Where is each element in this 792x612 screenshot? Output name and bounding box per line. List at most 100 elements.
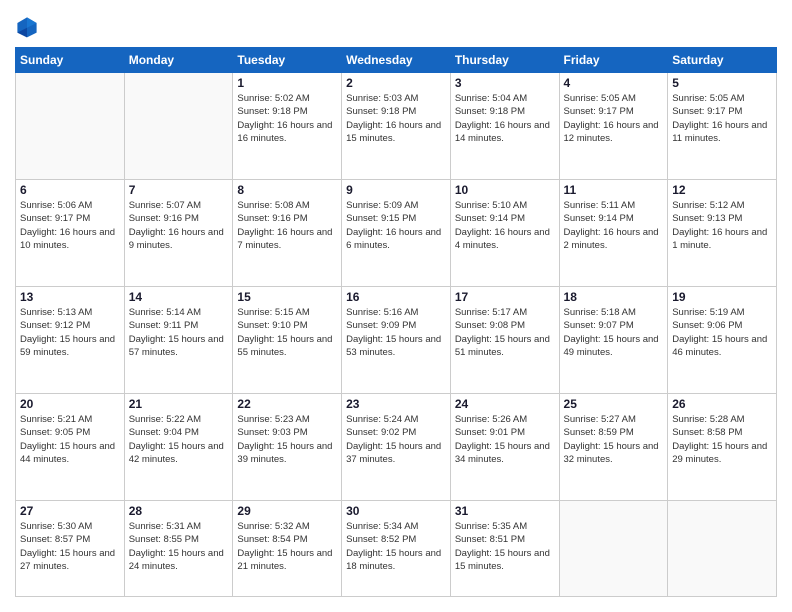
calendar-cell: 27 Sunrise: 5:30 AM Sunset: 8:57 PM Dayli… — [16, 501, 125, 597]
day-info: Sunrise: 5:16 AM Sunset: 9:09 PM Dayligh… — [346, 306, 446, 359]
day-info: Sunrise: 5:18 AM Sunset: 9:07 PM Dayligh… — [564, 306, 664, 359]
calendar-cell: 26 Sunrise: 5:28 AM Sunset: 8:58 PM Dayli… — [668, 394, 777, 501]
day-info: Sunrise: 5:28 AM Sunset: 8:58 PM Dayligh… — [672, 413, 772, 466]
page: SundayMondayTuesdayWednesdayThursdayFrid… — [0, 0, 792, 612]
weekday-header-tuesday: Tuesday — [233, 48, 342, 73]
calendar-cell: 29 Sunrise: 5:32 AM Sunset: 8:54 PM Dayli… — [233, 501, 342, 597]
day-number: 29 — [237, 504, 337, 518]
calendar-cell: 14Sunrise: 5:14 AM Sunset: 9:11 PM Dayli… — [124, 287, 233, 394]
week-row-2: 6 Sunrise: 5:06 AM Sunset: 9:17 PM Daylig… — [16, 180, 777, 287]
weekday-header-saturday: Saturday — [668, 48, 777, 73]
day-info: Sunrise: 5:15 AM Sunset: 9:10 PM Dayligh… — [237, 306, 337, 359]
calendar-cell: 23 Sunrise: 5:24 AM Sunset: 9:02 PM Dayli… — [342, 394, 451, 501]
calendar-cell: 9 Sunrise: 5:09 AM Sunset: 9:15 PM Daylig… — [342, 180, 451, 287]
day-info: Sunrise: 5:17 AM Sunset: 9:08 PM Dayligh… — [455, 306, 555, 359]
day-info: Sunrise: 5:19 AM Sunset: 9:06 PM Dayligh… — [672, 306, 772, 359]
header — [15, 15, 777, 39]
calendar-cell: 22 Sunrise: 5:23 AM Sunset: 9:03 PM Dayli… — [233, 394, 342, 501]
day-number: 9 — [346, 183, 446, 197]
calendar-cell — [16, 73, 125, 180]
weekday-header-sunday: Sunday — [16, 48, 125, 73]
day-number: 10 — [455, 183, 555, 197]
day-number: 5 — [672, 76, 772, 90]
day-info: Sunrise: 5:30 AM Sunset: 8:57 PM Dayligh… — [20, 520, 120, 573]
calendar-table: SundayMondayTuesdayWednesdayThursdayFrid… — [15, 47, 777, 597]
calendar-cell: 1 Sunrise: 5:02 AM Sunset: 9:18 PM Daylig… — [233, 73, 342, 180]
day-info: Sunrise: 5:05 AM Sunset: 9:17 PM Dayligh… — [564, 92, 664, 145]
week-row-1: 1 Sunrise: 5:02 AM Sunset: 9:18 PM Daylig… — [16, 73, 777, 180]
calendar-cell: 8 Sunrise: 5:08 AM Sunset: 9:16 PM Daylig… — [233, 180, 342, 287]
day-number: 6 — [20, 183, 120, 197]
calendar-cell: 24Sunrise: 5:26 AM Sunset: 9:01 PM Dayli… — [450, 394, 559, 501]
day-info: Sunrise: 5:27 AM Sunset: 8:59 PM Dayligh… — [564, 413, 664, 466]
day-info: Sunrise: 5:14 AM Sunset: 9:11 PM Dayligh… — [129, 306, 229, 359]
logo — [15, 15, 43, 39]
calendar-cell: 25 Sunrise: 5:27 AM Sunset: 8:59 PM Dayli… — [559, 394, 668, 501]
calendar-cell: 2Sunrise: 5:03 AM Sunset: 9:18 PM Daylig… — [342, 73, 451, 180]
day-number: 15 — [237, 290, 337, 304]
day-number: 8 — [237, 183, 337, 197]
calendar-cell: 11 Sunrise: 5:11 AM Sunset: 9:14 PM Dayli… — [559, 180, 668, 287]
week-row-4: 20Sunrise: 5:21 AM Sunset: 9:05 PM Dayli… — [16, 394, 777, 501]
day-number: 26 — [672, 397, 772, 411]
day-info: Sunrise: 5:03 AM Sunset: 9:18 PM Dayligh… — [346, 92, 446, 145]
day-number: 16 — [346, 290, 446, 304]
day-info: Sunrise: 5:23 AM Sunset: 9:03 PM Dayligh… — [237, 413, 337, 466]
calendar-cell: 3 Sunrise: 5:04 AM Sunset: 9:18 PM Daylig… — [450, 73, 559, 180]
calendar-cell — [559, 501, 668, 597]
day-info: Sunrise: 5:31 AM Sunset: 8:55 PM Dayligh… — [129, 520, 229, 573]
calendar-cell: 20Sunrise: 5:21 AM Sunset: 9:05 PM Dayli… — [16, 394, 125, 501]
day-info: Sunrise: 5:08 AM Sunset: 9:16 PM Dayligh… — [237, 199, 337, 252]
day-number: 28 — [129, 504, 229, 518]
day-number: 1 — [237, 76, 337, 90]
calendar-cell: 28 Sunrise: 5:31 AM Sunset: 8:55 PM Dayli… — [124, 501, 233, 597]
day-info: Sunrise: 5:34 AM Sunset: 8:52 PM Dayligh… — [346, 520, 446, 573]
calendar-cell: 18 Sunrise: 5:18 AM Sunset: 9:07 PM Dayli… — [559, 287, 668, 394]
day-info: Sunrise: 5:07 AM Sunset: 9:16 PM Dayligh… — [129, 199, 229, 252]
day-info: Sunrise: 5:05 AM Sunset: 9:17 PM Dayligh… — [672, 92, 772, 145]
day-info: Sunrise: 5:06 AM Sunset: 9:17 PM Dayligh… — [20, 199, 120, 252]
calendar-cell: 15 Sunrise: 5:15 AM Sunset: 9:10 PM Dayli… — [233, 287, 342, 394]
calendar-cell: 13 Sunrise: 5:13 AM Sunset: 9:12 PM Dayli… — [16, 287, 125, 394]
day-info: Sunrise: 5:35 AM Sunset: 8:51 PM Dayligh… — [455, 520, 555, 573]
day-number: 11 — [564, 183, 664, 197]
day-info: Sunrise: 5:04 AM Sunset: 9:18 PM Dayligh… — [455, 92, 555, 145]
day-number: 13 — [20, 290, 120, 304]
weekday-header-monday: Monday — [124, 48, 233, 73]
day-info: Sunrise: 5:32 AM Sunset: 8:54 PM Dayligh… — [237, 520, 337, 573]
day-number: 18 — [564, 290, 664, 304]
calendar-cell: 16 Sunrise: 5:16 AM Sunset: 9:09 PM Dayli… — [342, 287, 451, 394]
day-number: 4 — [564, 76, 664, 90]
weekday-header-thursday: Thursday — [450, 48, 559, 73]
day-number: 17 — [455, 290, 555, 304]
calendar-cell — [668, 501, 777, 597]
calendar-cell: 19 Sunrise: 5:19 AM Sunset: 9:06 PM Dayli… — [668, 287, 777, 394]
day-number: 30 — [346, 504, 446, 518]
day-number: 27 — [20, 504, 120, 518]
day-number: 23 — [346, 397, 446, 411]
day-info: Sunrise: 5:26 AM Sunset: 9:01 PM Dayligh… — [455, 413, 555, 466]
day-info: Sunrise: 5:02 AM Sunset: 9:18 PM Dayligh… — [237, 92, 337, 145]
day-number: 3 — [455, 76, 555, 90]
day-number: 7 — [129, 183, 229, 197]
day-info: Sunrise: 5:11 AM Sunset: 9:14 PM Dayligh… — [564, 199, 664, 252]
day-info: Sunrise: 5:09 AM Sunset: 9:15 PM Dayligh… — [346, 199, 446, 252]
calendar-cell: 10Sunrise: 5:10 AM Sunset: 9:14 PM Dayli… — [450, 180, 559, 287]
day-number: 22 — [237, 397, 337, 411]
calendar-cell: 17 Sunrise: 5:17 AM Sunset: 9:08 PM Dayli… — [450, 287, 559, 394]
calendar-cell: 5 Sunrise: 5:05 AM Sunset: 9:17 PM Daylig… — [668, 73, 777, 180]
day-info: Sunrise: 5:13 AM Sunset: 9:12 PM Dayligh… — [20, 306, 120, 359]
day-number: 19 — [672, 290, 772, 304]
calendar-cell: 7 Sunrise: 5:07 AM Sunset: 9:16 PM Daylig… — [124, 180, 233, 287]
calendar-cell: 21Sunrise: 5:22 AM Sunset: 9:04 PM Dayli… — [124, 394, 233, 501]
calendar-cell: 30 Sunrise: 5:34 AM Sunset: 8:52 PM Dayli… — [342, 501, 451, 597]
day-info: Sunrise: 5:21 AM Sunset: 9:05 PM Dayligh… — [20, 413, 120, 466]
weekday-header-row: SundayMondayTuesdayWednesdayThursdayFrid… — [16, 48, 777, 73]
day-number: 25 — [564, 397, 664, 411]
weekday-header-wednesday: Wednesday — [342, 48, 451, 73]
calendar-cell: 4 Sunrise: 5:05 AM Sunset: 9:17 PM Daylig… — [559, 73, 668, 180]
day-info: Sunrise: 5:24 AM Sunset: 9:02 PM Dayligh… — [346, 413, 446, 466]
day-number: 31 — [455, 504, 555, 518]
calendar-cell — [124, 73, 233, 180]
weekday-header-friday: Friday — [559, 48, 668, 73]
